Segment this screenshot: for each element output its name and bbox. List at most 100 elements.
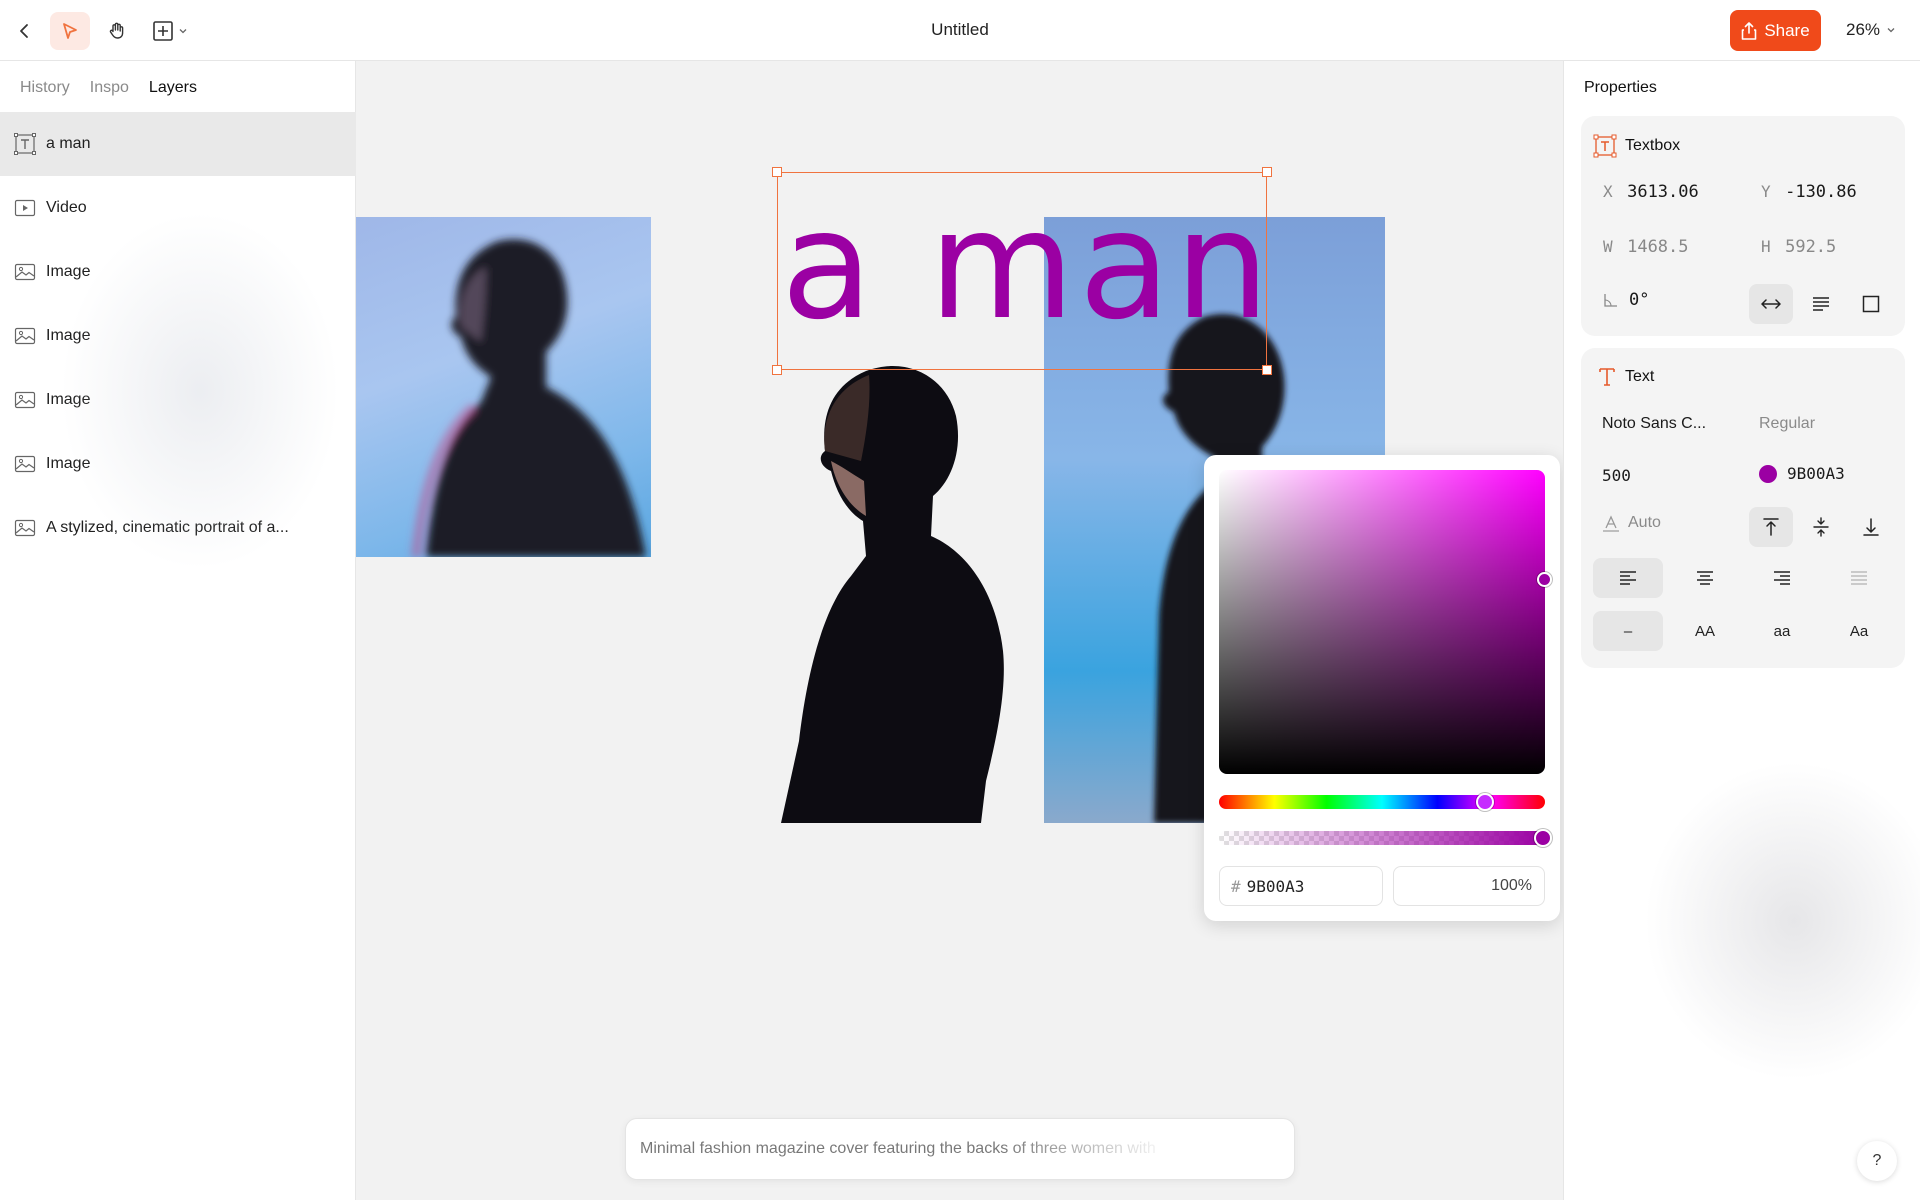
layer-item[interactable]: Video [0,176,356,240]
opacity-slider[interactable] [1219,831,1545,845]
text-align-right-button[interactable] [1747,558,1817,598]
top-toolbar: Untitled Share 26% [0,0,1920,61]
share-icon [1742,21,1757,40]
line-height-field[interactable]: Auto [1602,514,1661,532]
resize-handle-top-right[interactable] [1262,167,1272,177]
align-center-icon [1697,571,1713,585]
layer-item[interactable]: A stylized, cinematic portrait of a... [0,496,356,560]
text-align-left-button[interactable] [1593,558,1663,598]
resize-handle-bottom-left[interactable] [772,365,782,375]
image-icon [14,517,36,539]
layer-item[interactable]: Image [0,240,356,304]
h-field[interactable]: H 592.5 [1761,237,1836,257]
rotation-value: 0° [1629,290,1650,310]
arrows-horizontal-icon [1761,299,1781,309]
zoom-level: 26% [1846,20,1881,39]
layer-label: a man [46,135,91,152]
opacity-slider-thumb[interactable] [1534,829,1552,847]
chevron-down-icon [179,29,187,34]
layer-label: Video [46,199,87,216]
y-field[interactable]: Y -130.86 [1761,182,1857,202]
text-color-value: 9B00A3 [1787,464,1845,483]
case-title-button[interactable]: Aa [1824,611,1894,651]
add-frame-icon [153,21,173,41]
resize-handle-top-left[interactable] [772,167,782,177]
text-align-justify-button[interactable] [1824,558,1894,598]
back-button[interactable] [5,12,45,50]
font-style-dropdown[interactable]: Regular [1759,415,1815,433]
layer-item[interactable]: a man [0,112,356,176]
y-label: Y [1761,182,1771,201]
text-color-field[interactable]: 9B00A3 [1759,464,1845,483]
layer-item[interactable]: Image [0,304,356,368]
auto-width-button[interactable] [1749,284,1793,324]
textbox-icon [1593,134,1617,158]
hand-tool-button[interactable] [97,12,137,50]
image-icon [14,389,36,411]
textbox-section: Textbox X 3613.06 Y -130.86 W 1468.5 H 5… [1581,116,1905,336]
pointer-icon [63,23,77,39]
hex-input[interactable]: # 9B00A3 [1219,866,1383,906]
auto-height-button[interactable] [1799,284,1843,324]
align-bottom-button[interactable] [1849,507,1893,547]
square-icon [1862,295,1880,313]
add-frame-button[interactable] [145,12,195,50]
align-middle-icon [1813,517,1829,537]
text-title: Text [1625,368,1655,385]
hue-slider[interactable] [1219,795,1545,809]
rotation-field[interactable]: 0° [1603,290,1649,310]
video-icon [14,197,36,219]
opacity-value: 100% [1491,877,1532,894]
layers-panel: History Inspo Layers a man Video Image I… [0,61,356,1200]
font-family-dropdown[interactable]: Noto Sans C... [1602,415,1706,433]
y-value: -130.86 [1785,182,1857,202]
tab-inspo[interactable]: Inspo [90,79,129,97]
text-section: Text Noto Sans C... Regular 500 9B00A3 A… [1581,348,1905,668]
layer-item[interactable]: Image [0,432,356,496]
font-weight-field[interactable]: 500 [1602,466,1631,485]
portrait-image-2[interactable] [781,361,1041,823]
tab-history[interactable]: History [20,79,70,97]
case-lower-button[interactable]: aa [1747,611,1817,651]
textbox-title: Textbox [1625,137,1681,154]
align-top-button[interactable] [1749,507,1793,547]
opacity-input[interactable]: 100% [1393,866,1545,906]
lines-icon [1813,297,1829,311]
chevron-down-icon [1887,28,1895,33]
prompt-input[interactable]: Minimal fashion magazine cover featuring… [625,1118,1295,1180]
panel-tabs: History Inspo Layers [20,79,197,97]
text-icon [1599,368,1615,386]
text-align-center-button[interactable] [1670,558,1740,598]
w-field[interactable]: W 1468.5 [1603,237,1689,257]
prompt-text: Minimal fashion magazine cover featuring… [640,1140,1156,1157]
align-justify-icon [1851,571,1867,585]
saturation-value-thumb[interactable] [1537,572,1552,587]
angle-icon [1604,294,1617,307]
pointer-tool-button[interactable] [50,12,90,50]
layer-item[interactable]: Image [0,368,356,432]
help-button[interactable]: ? [1857,1141,1897,1181]
w-label: W [1603,237,1613,256]
portrait-image-1[interactable] [356,217,651,557]
fixed-size-button[interactable] [1849,284,1893,324]
color-swatch[interactable] [1759,464,1777,483]
align-middle-button[interactable] [1799,507,1843,547]
case-upper-button[interactable]: AA [1670,611,1740,651]
resize-handle-bottom-right[interactable] [1262,365,1272,375]
share-button[interactable]: Share [1730,10,1821,51]
x-field[interactable]: X 3613.06 [1603,182,1699,202]
image-icon [14,261,36,283]
saturation-value-area[interactable] [1219,470,1545,774]
back-icon [20,24,28,38]
selection-box[interactable] [772,167,1272,375]
align-left-icon [1620,571,1636,585]
case-none-button[interactable]: – [1593,611,1663,651]
tab-layers[interactable]: Layers [149,79,197,97]
textbox-header: Textbox [1593,134,1680,158]
hue-slider-thumb[interactable] [1476,793,1494,811]
x-value: 3613.06 [1627,182,1699,202]
x-label: X [1603,182,1613,201]
layer-label: Image [46,391,91,408]
zoom-dropdown[interactable]: 26% [1846,20,1896,40]
w-value: 1468.5 [1627,237,1689,257]
